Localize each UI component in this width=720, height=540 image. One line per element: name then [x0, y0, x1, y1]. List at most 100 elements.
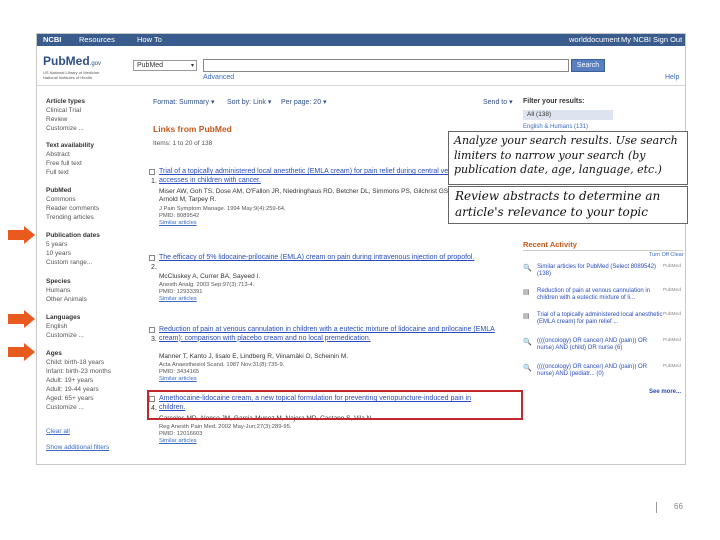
search-button[interactable]: Search	[571, 59, 605, 72]
filter-aged-65[interactable]: Aged: 65+ years	[46, 395, 94, 402]
filter-humans[interactable]: Humans	[46, 287, 70, 294]
search-icon: 🔍	[523, 339, 532, 346]
result-pmid: PMID: 12933391	[159, 289, 203, 295]
sort-select[interactable]: Sort by: Link ▾	[227, 98, 271, 106]
arrow-right-icon	[8, 226, 35, 244]
format-select[interactable]: Format: Summary ▾	[153, 98, 214, 106]
result-item-3: 3. Reduction of pain at venous cannulati…	[149, 326, 499, 384]
result-checkbox[interactable]	[149, 169, 155, 175]
logo-line-2: National Institutes of Health	[43, 75, 92, 80]
recent-activity-controls: Turn Off Clear	[649, 252, 684, 258]
activity-db-tag: PubMed	[663, 264, 681, 269]
filter-abstract[interactable]: Abstract	[46, 151, 70, 158]
recent-activity-item[interactable]: ▤ Trial of a topically administered loca…	[523, 312, 685, 340]
send-to-menu[interactable]: Send to ▾	[483, 98, 513, 106]
filter-clinical-trial[interactable]: Clinical Trial	[46, 107, 81, 114]
activity-text[interactable]: Reduction of pain at venous cannulation …	[537, 288, 663, 302]
ncbi-top-bar: NCBI Resources How To worlddocument My N…	[37, 34, 685, 46]
filter-commons[interactable]: Commons	[46, 196, 76, 203]
result-title-link[interactable]: Reduction of pain at venous cannulation …	[159, 326, 499, 343]
pubmed-screenshot: NCBI Resources How To worlddocument My N…	[36, 33, 686, 465]
activity-text[interactable]: ((((oncology) OR cancer) AND (pain)) OR …	[537, 364, 663, 378]
howto-menu[interactable]: How To	[137, 35, 162, 44]
result-authors: Manner T, Kanto J, Iisalo E, Lindberg R,…	[159, 353, 349, 360]
advanced-search-link[interactable]: Advanced	[203, 74, 234, 81]
similar-articles-link[interactable]: Similar articles	[159, 438, 197, 444]
result-item-2: 2. The efficacy of 5% lidocaine-prilocai…	[149, 254, 499, 316]
callout-review-abstracts: Review abstracts to determine an article…	[448, 186, 688, 224]
result-number: 1.	[151, 178, 157, 185]
highlighted-result-box	[147, 390, 523, 420]
result-source: Anesth Analg. 2003 Sep;97(3):713-4.	[159, 282, 255, 288]
filter-other-animals[interactable]: Other Animals	[46, 296, 87, 303]
filter-customize-languages[interactable]: Customize ...	[46, 332, 84, 339]
activity-db-tag: PubMed	[663, 288, 681, 293]
result-pmid: PMID: 12016603	[159, 431, 203, 437]
filter-heading-languages: Languages	[46, 314, 81, 321]
filter-heading-ages: Ages	[46, 350, 62, 357]
filter-child[interactable]: Child: birth-18 years	[46, 359, 104, 366]
filter-customize-article-types[interactable]: Customize ...	[46, 125, 84, 132]
filter-english-humans-link[interactable]: English & Humans (131)	[523, 124, 588, 130]
result-source: Acta Anaesthesiol Scand. 1987 Nov;31(8):…	[159, 362, 285, 368]
account-link[interactable]: worlddocument	[569, 35, 620, 44]
activity-text[interactable]: Similar articles for PubMed (Select 8089…	[537, 264, 663, 278]
activity-db-tag: PubMed	[663, 312, 681, 317]
result-source: Reg Anesth Pain Med. 2002 May-Jun;27(3):…	[159, 424, 292, 430]
show-additional-filters-link[interactable]: Show additional filters	[46, 444, 109, 451]
recent-activity-item[interactable]: 🔍 ((((oncology) OR cancer) AND (pain)) O…	[523, 338, 685, 360]
filter-heading-text-availability: Text availability	[46, 142, 94, 149]
filter-adult-19-44[interactable]: Adult: 19-44 years	[46, 386, 99, 393]
filter-adult-19[interactable]: Adult: 19+ years	[46, 377, 93, 384]
database-select-value: PubMed	[137, 62, 164, 69]
filter-heading-pubmed-commons: PubMed	[46, 187, 72, 194]
pubmed-logo[interactable]: PubMed.gov US National Library of Medici…	[43, 52, 123, 80]
similar-articles-link[interactable]: Similar articles	[159, 296, 197, 302]
clear-all-filters-link[interactable]: Clear all	[46, 428, 70, 435]
callout-analyze-results: Analyze your search results. Use search …	[448, 131, 688, 185]
results-heading: Links from PubMed	[153, 124, 232, 134]
database-select[interactable]: PubMed ▾	[133, 60, 197, 71]
help-link[interactable]: Help	[665, 74, 679, 81]
similar-articles-link[interactable]: Similar articles	[159, 376, 197, 382]
turn-off-link[interactable]: Turn Off	[649, 252, 669, 258]
my-ncbi-link[interactable]: My NCBI	[621, 35, 651, 44]
recent-activity-heading: Recent Activity	[523, 240, 577, 249]
see-more-link[interactable]: See more...	[649, 389, 681, 395]
document-icon: ▤	[523, 313, 530, 320]
resources-menu[interactable]: Resources	[79, 35, 115, 44]
result-number: 3.	[151, 336, 157, 343]
activity-db-tag: PubMed	[663, 338, 681, 343]
filter-free-full-text[interactable]: Free full text	[46, 160, 82, 167]
filter-10-years[interactable]: 10 years	[46, 250, 71, 257]
result-title-link[interactable]: The efficacy of 5% lidocaine-prilocaine …	[159, 254, 499, 263]
filter-5-years[interactable]: 5 years	[46, 241, 67, 248]
filter-heading-species: Species	[46, 278, 71, 285]
sign-out-link[interactable]: Sign Out	[653, 35, 682, 44]
filter-english[interactable]: English	[46, 323, 67, 330]
search-input[interactable]	[203, 59, 569, 72]
filter-review[interactable]: Review	[46, 116, 67, 123]
similar-articles-link[interactable]: Similar articles	[159, 220, 197, 226]
filter-all-tab[interactable]: All (138)	[523, 110, 613, 120]
filter-reader-comments[interactable]: Reader comments	[46, 205, 99, 212]
filter-full-text[interactable]: Full text	[46, 169, 69, 176]
per-page-select[interactable]: Per page: 20 ▾	[281, 98, 327, 106]
recent-activity-item[interactable]: 🔍 Similar articles for PubMed (Select 80…	[523, 264, 685, 284]
result-checkbox[interactable]	[149, 327, 155, 333]
activity-text[interactable]: ((((oncology) OR cancer) AND (pain)) OR …	[537, 338, 663, 352]
chevron-down-icon: ▾	[190, 63, 194, 69]
filter-results-heading: Filter your results:	[523, 98, 585, 105]
recent-activity-item[interactable]: 🔍 ((((oncology) OR cancer) AND (pain)) O…	[523, 364, 685, 386]
filter-trending-articles[interactable]: Trending articles	[46, 214, 94, 221]
filter-infant[interactable]: Infant: birth-23 months	[46, 368, 111, 375]
ncbi-logo[interactable]: NCBI	[43, 35, 61, 44]
result-authors: McCluskey A, Currer BA, Sayeed I.	[159, 273, 261, 280]
filter-customize-ages[interactable]: Customize ...	[46, 404, 84, 411]
logo-suffix: .gov	[89, 61, 102, 67]
recent-activity-divider	[523, 250, 683, 251]
result-checkbox[interactable]	[149, 255, 155, 261]
clear-activity-link[interactable]: Clear	[670, 252, 683, 258]
activity-text[interactable]: Trial of a topically administered local …	[537, 312, 663, 326]
filter-custom-range[interactable]: Custom range...	[46, 259, 92, 266]
